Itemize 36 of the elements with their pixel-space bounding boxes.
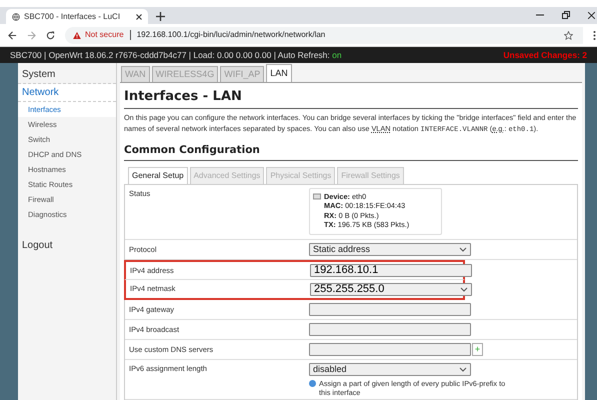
logout-link[interactable]: Logout <box>18 238 116 253</box>
url-text: 192.168.100.1/cgi-bin/luci/admin/network/network/lan <box>136 29 326 41</box>
input-field[interactable] <box>309 323 471 336</box>
back-arrow-icon[interactable] <box>8 30 17 40</box>
star-icon[interactable] <box>564 30 573 40</box>
minimize-icon[interactable] <box>536 14 544 16</box>
close-icon[interactable] <box>136 14 142 20</box>
section-title: Common Configuration <box>124 143 578 161</box>
dropdown-field[interactable]: Static address <box>309 243 471 256</box>
input-field[interactable] <box>309 343 471 356</box>
warning-icon <box>73 32 81 38</box>
browser-tab[interactable]: SBC700 - Interfaces - LuCI <box>6 9 148 24</box>
menu-icon[interactable] <box>593 30 596 40</box>
settings-tab[interactable]: General Setup <box>128 167 188 184</box>
page-title: Interfaces - LAN <box>124 86 578 110</box>
chevron-down-icon <box>459 367 467 372</box>
chevron-down-icon <box>459 247 467 252</box>
globe-icon <box>12 12 20 20</box>
interface-tab[interactable]: LAN <box>266 64 292 82</box>
input-field[interactable] <box>309 303 471 316</box>
reload-icon[interactable] <box>46 30 55 40</box>
address-bar[interactable]: Not secure 192.168.100.1/cgi-bin/luci/admin/network/network/lan <box>65 26 583 44</box>
tab-title: SBC700 - Interfaces - LuCI <box>24 10 122 22</box>
new-tab-icon[interactable] <box>156 12 165 21</box>
info-icon <box>309 380 316 387</box>
input-field[interactable]: 192.168.10.1 <box>310 264 472 277</box>
dropdown-field[interactable]: disabled <box>309 363 471 376</box>
status-info: SBC700 | OpenWrt 18.06.2 r7676-cddd7b4c77 | Load: 0.00 0.00 0.00 | Auto Refresh: on <box>10 48 342 62</box>
dropdown-field[interactable]: 255.255.255.0 <box>310 282 472 296</box>
chevron-down-icon <box>460 286 468 292</box>
security-label: Not secure <box>85 29 124 41</box>
network-port-icon <box>313 192 321 200</box>
restore-icon[interactable] <box>562 11 570 19</box>
sidebar-item[interactable]: Network <box>18 84 116 102</box>
unsaved-changes-link[interactable]: Unsaved Changes: 2 <box>503 48 587 62</box>
close-icon[interactable] <box>588 12 595 18</box>
